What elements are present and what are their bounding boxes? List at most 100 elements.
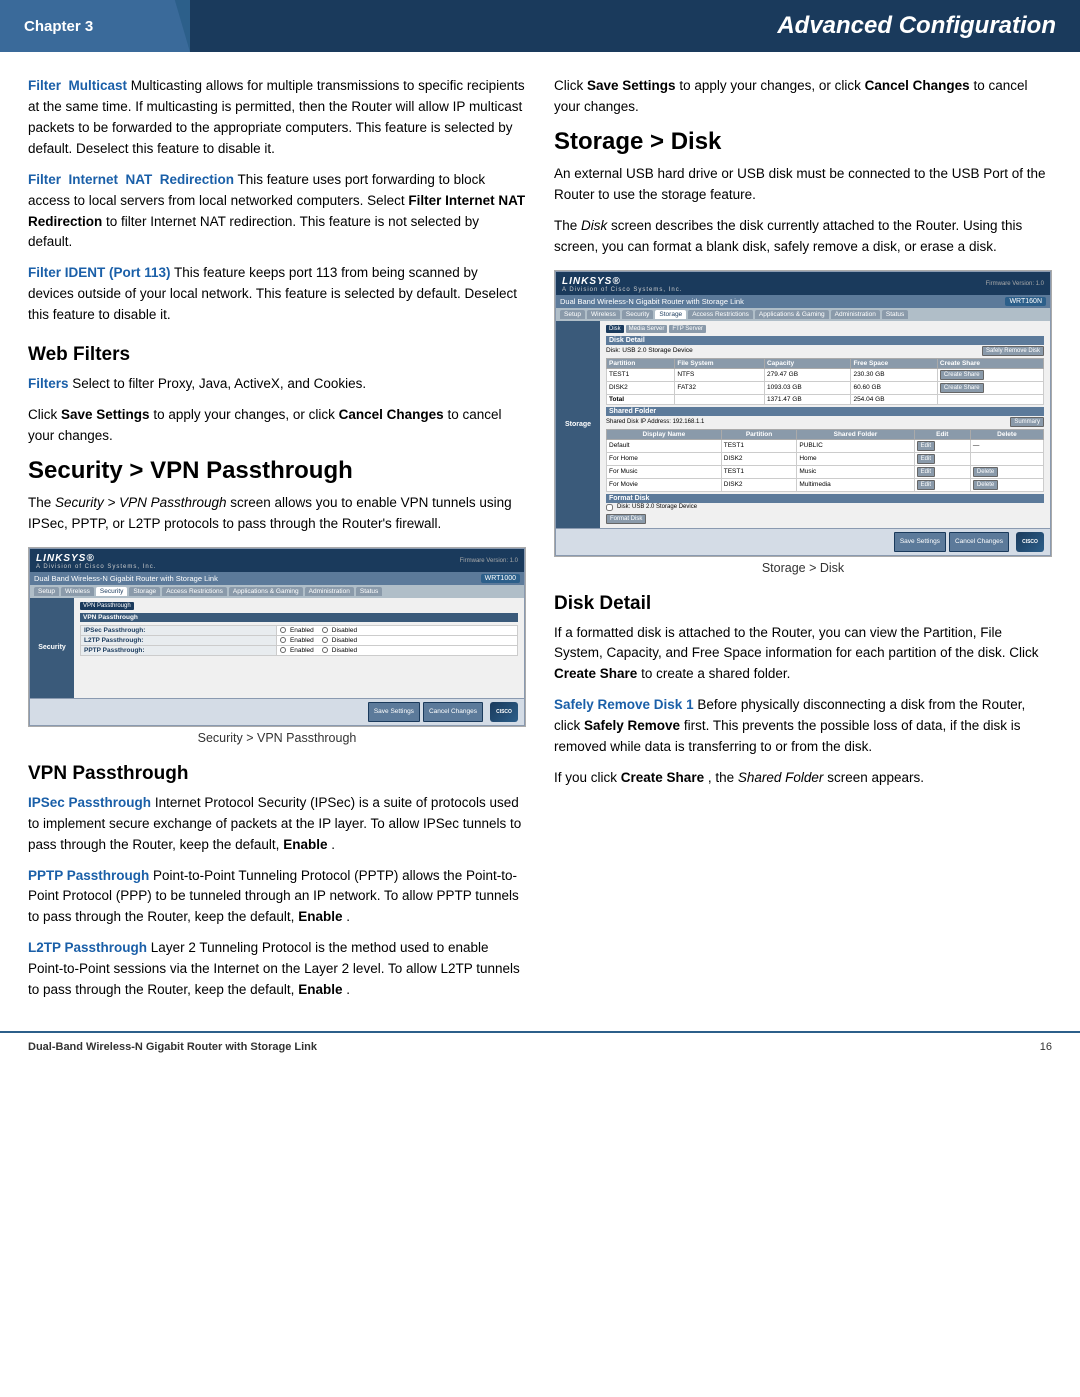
vpn-save-button[interactable]: Save Settings xyxy=(368,702,420,722)
delete-btn-4[interactable]: Delete xyxy=(973,480,998,490)
storage-save-button[interactable]: Save Settings xyxy=(894,532,946,552)
create-share-note-comma: , the xyxy=(708,770,738,785)
storage-subnav-media[interactable]: Media Server xyxy=(626,325,668,333)
vpn-sidebar: Security xyxy=(30,598,74,698)
shared-row3-name: For Music xyxy=(607,465,722,478)
storage-nav-apps[interactable]: Applications & Gaming xyxy=(755,310,829,319)
chapter-label: Chapter 3 xyxy=(0,18,93,35)
filter-ident-para: Filter IDENT (Port 113) This feature kee… xyxy=(28,263,526,326)
safely-remove-bold: Safely Remove xyxy=(584,718,680,733)
storage-subnav-disk[interactable]: Disk xyxy=(606,325,624,333)
page-title: Advanced Configuration xyxy=(190,0,1080,52)
shared-row3-delete[interactable]: Delete xyxy=(970,465,1043,478)
shared-row1-edit[interactable]: Edit xyxy=(914,439,970,452)
storage-nav-status[interactable]: Status xyxy=(882,310,908,319)
vpn-ipsec-disabled-radio[interactable] xyxy=(322,627,328,633)
edit-btn-2[interactable]: Edit xyxy=(917,454,935,464)
vpn-logo: LINKSYS®A Division of Cisco Systems, Inc… xyxy=(36,553,156,570)
vpn-nav-wireless[interactable]: Wireless xyxy=(61,587,94,596)
vpn-subnav-active[interactable]: VPN Passthrough xyxy=(80,602,134,610)
page-footer: Dual-Band Wireless-N Gigabit Router with… xyxy=(0,1031,1080,1061)
summary-button[interactable]: Summary xyxy=(1010,417,1044,427)
storage-nav-setup[interactable]: Setup xyxy=(560,310,585,319)
vpn-nav-admin[interactable]: Administration xyxy=(305,587,354,596)
vpn-pptp-enabled-radio[interactable] xyxy=(280,647,286,653)
shared-row1-delete: — xyxy=(970,439,1043,452)
shared-row4-delete[interactable]: Delete xyxy=(970,478,1043,491)
format-disk-checkbox[interactable] xyxy=(606,504,613,511)
storage-nav-security[interactable]: Security xyxy=(622,310,653,319)
disk-total-fs xyxy=(675,394,765,404)
shared-row4-partition: DISK2 xyxy=(721,478,797,491)
delete-btn-3[interactable]: Delete xyxy=(973,467,998,477)
storage-subnav: Disk Media Server FTP Server xyxy=(606,325,1044,333)
vpn-l2tp-enabled-radio[interactable] xyxy=(280,637,286,643)
storage-nav-storage[interactable]: Storage xyxy=(655,310,686,319)
edit-btn-4[interactable]: Edit xyxy=(917,480,935,490)
create-share-note-start: If you click xyxy=(554,770,621,785)
disk-row2-createshare[interactable]: Create Share xyxy=(937,381,1043,394)
vpn-model: Firmware Version: 1.0 xyxy=(460,558,518,564)
vpn-nav-status[interactable]: Status xyxy=(356,587,382,596)
ipsec-label: IPSec Passthrough xyxy=(28,795,151,810)
shared-row4-name: For Movie xyxy=(607,478,722,491)
create-share-btn-2[interactable]: Create Share xyxy=(940,383,984,393)
shared-row3-folder: Music xyxy=(797,465,914,478)
vpn-heading: Security > VPN Passthrough xyxy=(28,457,526,485)
shared-row1-folder: PUBLIC xyxy=(797,439,914,452)
create-share-btn-1[interactable]: Create Share xyxy=(940,370,984,380)
shared-col-displayname: Display Name xyxy=(607,429,722,439)
storage-cancel-button[interactable]: Cancel Changes xyxy=(949,532,1009,552)
l2tp-label: L2TP Passthrough xyxy=(28,940,147,955)
pptp-enable-bold: Enable xyxy=(298,909,342,924)
shared-row2-delete xyxy=(970,452,1043,465)
shared-col-delete: Delete xyxy=(970,429,1043,439)
safely-remove-disk-button[interactable]: Safely Remove Disk xyxy=(982,346,1044,356)
disk-detail-heading: Disk Detail xyxy=(554,593,1052,615)
vpn-cancel-button[interactable]: Cancel Changes xyxy=(423,702,483,722)
shared-row4-edit[interactable]: Edit xyxy=(914,478,970,491)
storage-model-badge: WRT160N xyxy=(1005,297,1046,306)
disk-row1-createshare[interactable]: Create Share xyxy=(937,368,1043,381)
vpn-nav-setup[interactable]: Setup xyxy=(34,587,59,596)
shared-row3-edit[interactable]: Edit xyxy=(914,465,970,478)
save-settings-bold-left: Save Settings xyxy=(61,407,150,422)
filter-multicast-para: Filter Multicast Multicasting allows for… xyxy=(28,76,526,160)
create-share-note-bold: Create Share xyxy=(621,770,704,785)
storage-subnav-ftp[interactable]: FTP Server xyxy=(669,325,706,333)
disk-total-freespace: 254.04 GB xyxy=(851,394,937,404)
vpn-pptp-enabled-label: Enabled xyxy=(290,647,314,654)
disk-row1-capacity: 279.47 GB xyxy=(764,368,850,381)
edit-btn-3[interactable]: Edit xyxy=(917,467,935,477)
vpn-ui-header: LINKSYS®A Division of Cisco Systems, Inc… xyxy=(30,549,524,572)
save-text-right: Click xyxy=(554,78,587,93)
vpn-ipsec-enabled-radio[interactable] xyxy=(280,627,286,633)
vpn-l2tp-disabled-radio[interactable] xyxy=(322,637,328,643)
format-disk-button[interactable]: Format Disk xyxy=(606,514,646,524)
shared-col-edit: Edit xyxy=(914,429,970,439)
storage-nav-access[interactable]: Access Restrictions xyxy=(688,310,753,319)
shared-row2-edit[interactable]: Edit xyxy=(914,452,970,465)
vpn-pptp-disabled-radio[interactable] xyxy=(322,647,328,653)
vpn-nav-storage[interactable]: Storage xyxy=(129,587,160,596)
vpn-nav-apps[interactable]: Applications & Gaming xyxy=(229,587,303,596)
vpn-nav-access[interactable]: Access Restrictions xyxy=(162,587,227,596)
storage-nav-admin[interactable]: Administration xyxy=(831,310,880,319)
storage-nav-wireless[interactable]: Wireless xyxy=(587,310,620,319)
storage-screenshot-caption: Storage > Disk xyxy=(554,561,1052,575)
create-share-note-para: If you click Create Share , the Shared F… xyxy=(554,768,1052,789)
disk-col-partition: Partition xyxy=(607,358,675,368)
vpn-nav-security[interactable]: Security xyxy=(96,587,127,596)
shared-row2-partition: DISK2 xyxy=(721,452,797,465)
disk-detail-section-label: Disk Detail xyxy=(606,336,1044,345)
vpn-l2tp-radios: Enabled Disabled xyxy=(280,637,514,644)
cancel-bold-left: Cancel Changes xyxy=(339,407,444,422)
filters-label: Filters xyxy=(28,376,69,391)
storage-italic: Disk xyxy=(581,218,607,233)
vpn-desc-text: The xyxy=(28,495,55,510)
header-left: Chapter 3 xyxy=(0,0,190,52)
edit-btn-1[interactable]: Edit xyxy=(917,441,935,451)
storage-title-bar: Dual Band Wireless-N Gigabit Router with… xyxy=(556,295,1050,308)
storage-bottom-bar: Save Settings Cancel Changes CISCO xyxy=(556,528,1050,555)
storage-body: Storage Disk Media Server FTP Server Dis… xyxy=(556,321,1050,528)
